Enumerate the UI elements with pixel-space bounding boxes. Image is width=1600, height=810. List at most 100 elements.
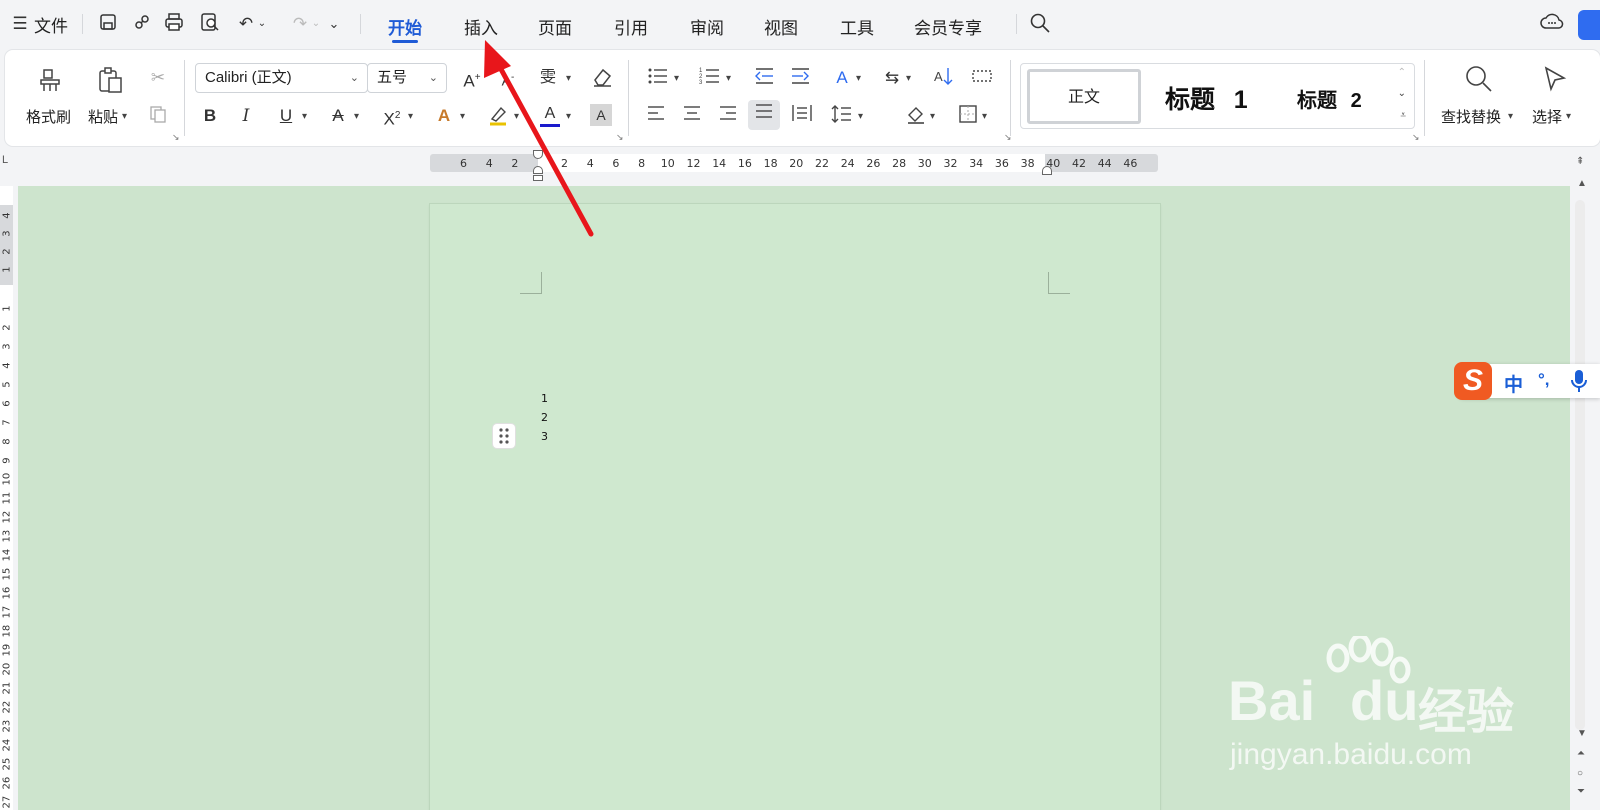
numbered-list-icon[interactable]: 123 bbox=[698, 66, 722, 90]
drag-handle-icon[interactable] bbox=[493, 424, 515, 448]
shading-icon[interactable] bbox=[904, 104, 928, 128]
copy-icon[interactable] bbox=[146, 104, 170, 128]
font-color-dropdown-icon[interactable]: ▾ bbox=[566, 111, 571, 122]
find-replace-dropdown-icon[interactable]: ▾ bbox=[1508, 111, 1513, 122]
format-painter-label[interactable]: 格式刷 bbox=[26, 106, 71, 127]
align-left-icon[interactable] bbox=[644, 104, 668, 128]
print-icon[interactable] bbox=[162, 12, 186, 36]
style-heading2[interactable]: 标题 2 bbox=[1297, 84, 1362, 113]
share-link-icon[interactable] bbox=[130, 12, 154, 36]
increase-indent-icon[interactable] bbox=[788, 66, 812, 90]
style-heading1[interactable]: 标题 1 bbox=[1165, 80, 1248, 116]
select-cursor-icon[interactable] bbox=[1540, 64, 1570, 94]
styles-scroll-down-icon[interactable]: ⌄ bbox=[1398, 88, 1406, 99]
bold-icon[interactable]: B bbox=[198, 104, 222, 128]
strikethrough-dropdown-icon[interactable]: ▾ bbox=[354, 111, 359, 122]
paste-dropdown-icon[interactable]: ▾ bbox=[122, 111, 127, 122]
style-normal[interactable]: 正文 bbox=[1027, 69, 1141, 124]
ime-punctuation-indicator[interactable]: °, bbox=[1538, 370, 1550, 390]
styles-more-icon[interactable]: ⩡ bbox=[1400, 110, 1406, 121]
microphone-icon[interactable] bbox=[1570, 368, 1588, 399]
undo-icon[interactable]: ↶ bbox=[234, 12, 258, 36]
left-indent-marker[interactable] bbox=[533, 175, 543, 181]
tab-view[interactable]: 视图 bbox=[764, 14, 798, 39]
save-icon[interactable] bbox=[96, 12, 120, 36]
tab-insert[interactable]: 插入 bbox=[464, 14, 498, 39]
previous-page-icon[interactable]: ⏶ bbox=[1577, 748, 1585, 759]
font-color-icon[interactable]: A bbox=[538, 102, 562, 126]
underline-icon[interactable]: U bbox=[274, 104, 298, 128]
undo-dropdown-icon[interactable]: ⌄ bbox=[256, 12, 268, 36]
font-dialog-launcher-icon[interactable]: ↘ bbox=[616, 132, 624, 143]
decrease-indent-icon[interactable] bbox=[752, 66, 776, 90]
right-indent-marker[interactable] bbox=[1042, 166, 1052, 175]
font-size-select[interactable]: 五号 ⌄ bbox=[367, 63, 447, 93]
chinese-layout-dropdown-icon[interactable]: ▾ bbox=[906, 73, 911, 84]
text-effect-icon[interactable]: A bbox=[432, 104, 456, 128]
find-replace-label[interactable]: 查找替换 bbox=[1441, 106, 1501, 127]
phonetic-dropdown-icon[interactable]: ▾ bbox=[566, 73, 571, 84]
align-right-icon[interactable] bbox=[716, 104, 740, 128]
cut-icon[interactable]: ✂ bbox=[146, 66, 170, 90]
customize-quickbar-icon[interactable]: ⌄ bbox=[322, 12, 346, 36]
tab-home[interactable]: 开始 bbox=[388, 14, 422, 39]
numbered-list-dropdown-icon[interactable]: ▾ bbox=[726, 73, 731, 84]
underline-dropdown-icon[interactable]: ▾ bbox=[302, 111, 307, 122]
redo-icon[interactable]: ↷ bbox=[288, 12, 312, 36]
grow-font-icon[interactable]: A+ bbox=[460, 66, 484, 91]
tab-references[interactable]: 引用 bbox=[614, 14, 648, 39]
format-painter-icon[interactable] bbox=[36, 66, 64, 94]
phonetic-guide-icon[interactable]: 雯 bbox=[536, 66, 560, 90]
ruler-corner-icon[interactable]: L bbox=[2, 154, 8, 166]
next-page-icon[interactable]: ⏷ bbox=[1577, 786, 1585, 797]
shading-dropdown-icon[interactable]: ▾ bbox=[930, 111, 935, 122]
superscript-icon[interactable]: X2 bbox=[380, 104, 404, 129]
search-icon[interactable] bbox=[1028, 12, 1052, 36]
highlight-dropdown-icon[interactable]: ▾ bbox=[514, 111, 519, 122]
document-page[interactable] bbox=[430, 204, 1160, 810]
scrollbar-thumb[interactable] bbox=[1575, 200, 1585, 730]
document-line-1[interactable]: 1 bbox=[541, 392, 548, 405]
line-spacing-dropdown-icon[interactable]: ▾ bbox=[858, 111, 863, 122]
ime-toolbar[interactable]: S 中 °, bbox=[1454, 362, 1600, 400]
cloud-icon[interactable] bbox=[1540, 12, 1564, 36]
tab-member[interactable]: 会员专享 bbox=[914, 14, 982, 39]
select-browse-object-icon[interactable]: ○ bbox=[1577, 768, 1583, 779]
bullet-list-dropdown-icon[interactable]: ▾ bbox=[674, 73, 679, 84]
justify-icon[interactable] bbox=[748, 100, 780, 130]
split-view-icon[interactable]: ⇞ bbox=[1576, 156, 1584, 167]
show-hide-marks-icon[interactable] bbox=[970, 66, 994, 90]
text-direction-icon[interactable]: A bbox=[830, 66, 854, 90]
strikethrough-icon[interactable]: A bbox=[326, 104, 350, 128]
ime-mode-indicator[interactable]: 中 bbox=[1504, 370, 1523, 397]
account-button[interactable] bbox=[1578, 10, 1600, 40]
styles-scroll-up-icon[interactable]: ⌃ bbox=[1398, 67, 1406, 78]
select-dropdown-icon[interactable]: ▾ bbox=[1566, 111, 1571, 122]
text-direction-dropdown-icon[interactable]: ▾ bbox=[856, 73, 861, 84]
find-replace-icon[interactable] bbox=[1464, 64, 1494, 94]
redo-dropdown-icon[interactable]: ⌄ bbox=[310, 12, 322, 36]
borders-dropdown-icon[interactable]: ▾ bbox=[982, 111, 987, 122]
line-spacing-icon[interactable] bbox=[830, 104, 854, 128]
chinese-layout-icon[interactable]: ⇆ bbox=[880, 66, 904, 90]
tab-tools[interactable]: 工具 bbox=[840, 14, 874, 39]
borders-icon[interactable] bbox=[956, 104, 980, 128]
select-label[interactable]: 选择 bbox=[1532, 106, 1562, 127]
scroll-up-icon[interactable]: ▲ bbox=[1577, 178, 1587, 189]
tab-review[interactable]: 审阅 bbox=[690, 14, 724, 39]
hamburger-menu-icon[interactable]: ☰ bbox=[8, 12, 32, 36]
document-line-2[interactable]: 2 bbox=[541, 411, 548, 424]
shrink-font-icon[interactable]: A- bbox=[496, 66, 520, 90]
styles-dialog-launcher-icon[interactable]: ↘ bbox=[1412, 132, 1420, 143]
distributed-align-icon[interactable] bbox=[790, 104, 814, 128]
sort-icon[interactable]: A bbox=[932, 66, 956, 90]
bullet-list-icon[interactable] bbox=[646, 66, 670, 90]
print-preview-icon[interactable] bbox=[198, 12, 222, 36]
clipboard-dialog-launcher-icon[interactable]: ↘ bbox=[172, 132, 180, 143]
paste-label[interactable]: 粘贴 bbox=[88, 106, 118, 127]
align-center-icon[interactable] bbox=[680, 104, 704, 128]
scroll-down-icon[interactable]: ▼ bbox=[1577, 728, 1587, 739]
file-menu[interactable]: 文件 bbox=[34, 12, 68, 37]
paste-icon[interactable] bbox=[96, 66, 124, 94]
highlight-icon[interactable] bbox=[486, 104, 510, 128]
